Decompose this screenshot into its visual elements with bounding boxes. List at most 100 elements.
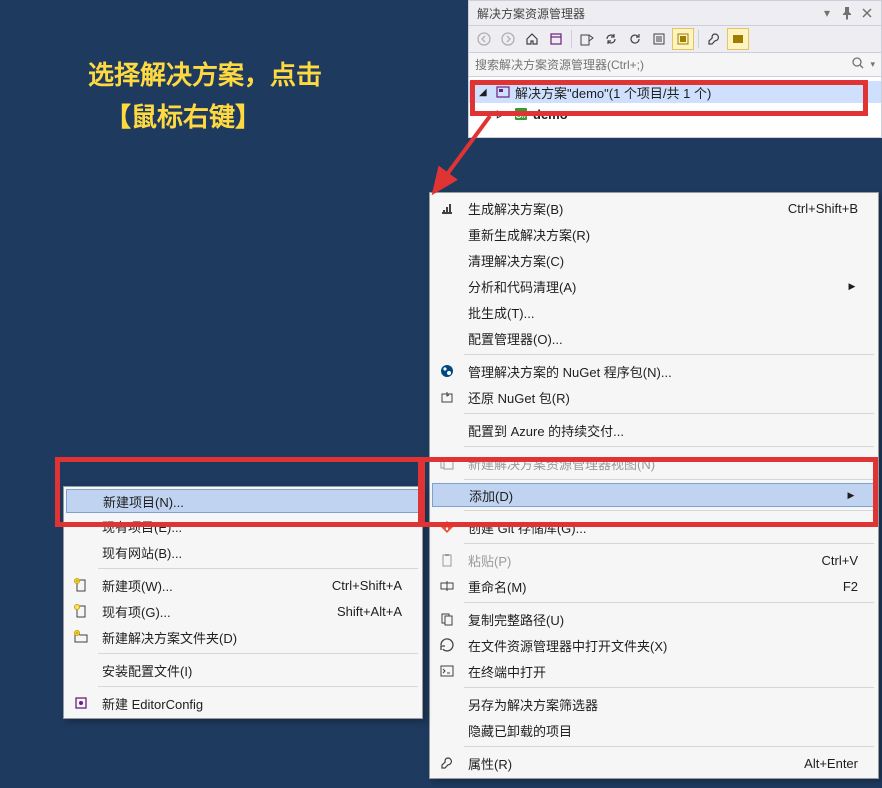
preview-icon[interactable] [727, 28, 749, 50]
forward-icon[interactable] [497, 28, 519, 50]
menu-item-label: 安装配置文件(I) [96, 661, 402, 680]
menu-item-shortcut: Ctrl+Shift+B [788, 201, 858, 216]
menu-item[interactable]: 批生成(T)... [432, 299, 876, 325]
pending-changes-icon[interactable] [576, 28, 598, 50]
menu-item[interactable]: 新建 EditorConfig [66, 690, 420, 716]
menu-item[interactable]: 另存为解决方案筛选器 [432, 691, 876, 717]
menu-item[interactable]: 配置到 Azure 的持续交付... [432, 417, 876, 443]
menu-item-label: 另存为解决方案筛选器 [462, 695, 858, 714]
menu-item[interactable]: 现有网站(B)... [66, 539, 420, 565]
menu-item-shortcut: F2 [843, 579, 858, 594]
menu-item[interactable]: 重新生成解决方案(R) [432, 221, 876, 247]
refresh-icon[interactable] [624, 28, 646, 50]
menu-item-shortcut: Ctrl+V [822, 553, 858, 568]
menu-item-label: 新建项目(N)... [97, 492, 401, 511]
openfolder-icon [432, 637, 462, 653]
menu-item[interactable]: 隐藏已卸载的项目 [432, 717, 876, 743]
menu-item[interactable]: 创建 Git 存储库(G)... [432, 514, 876, 540]
switch-view-icon[interactable] [545, 28, 567, 50]
search-row: ▾ [469, 53, 881, 77]
menu-item[interactable]: 新建项目(N)... [66, 489, 420, 513]
menu-item-label: 批生成(T)... [462, 303, 858, 322]
menu-item-label: 现有项(G)... [96, 602, 313, 621]
annotation-text-2: 【鼠标右键】 [105, 98, 261, 137]
menu-item[interactable]: 现有项(G)... Shift+Alt+A [66, 598, 420, 624]
menu-item[interactable]: 在文件资源管理器中打开文件夹(X) [432, 632, 876, 658]
menu-item[interactable]: 属性(R)Alt+Enter [432, 750, 876, 776]
menu-item-label: 配置到 Azure 的持续交付... [462, 421, 858, 440]
context-menu-main: 生成解决方案(B)Ctrl+Shift+B重新生成解决方案(R)清理解决方案(C… [429, 192, 879, 779]
tree-project-label: demo [533, 107, 568, 122]
menu-item-label: 管理解决方案的 NuGet 程序包(N)... [462, 362, 858, 381]
pin-icon[interactable] [837, 3, 857, 23]
solution-explorer-panel: 解决方案资源管理器 ▾ ▾ ◢ 解决方案"demo"(1 个项目/ [468, 0, 882, 138]
solution-tree: ◢ 解决方案"demo"(1 个项目/共 1 个) ▷ C# demo [469, 77, 881, 137]
back-icon[interactable] [473, 28, 495, 50]
properties-icon[interactable] [703, 28, 725, 50]
menu-separator [464, 543, 874, 544]
menu-item[interactable]: 粘贴(P) Ctrl+V [432, 547, 876, 573]
menu-item-label: 在文件资源管理器中打开文件夹(X) [462, 636, 858, 655]
menu-item[interactable]: 清理解决方案(C) [432, 247, 876, 273]
menu-item-label: 现有项目(E)... [96, 517, 402, 536]
editorconfig-icon [66, 695, 96, 711]
menu-separator [98, 653, 418, 654]
rename-icon [432, 578, 462, 594]
menu-item-label: 分析和代码清理(A) [462, 277, 846, 296]
panel-toolbar [469, 25, 881, 53]
menu-item[interactable]: 新建解决方案资源管理器视图(N) [432, 450, 876, 476]
search-icon[interactable] [850, 55, 866, 74]
menu-item[interactable]: 还原 NuGet 包(R) [432, 384, 876, 410]
menu-item-label: 配置管理器(O)... [462, 329, 858, 348]
newitem-icon [66, 577, 96, 593]
tree-solution-node[interactable]: ◢ 解决方案"demo"(1 个项目/共 1 个) [469, 81, 881, 103]
csharp-project-icon: C# [513, 106, 529, 122]
menu-item[interactable]: 安装配置文件(I) [66, 657, 420, 683]
menu-item-label: 添加(D) [463, 486, 845, 505]
menu-item[interactable]: 配置管理器(O)... [432, 325, 876, 351]
show-all-icon[interactable] [672, 28, 694, 50]
menu-item[interactable]: 现有项目(E)... [66, 513, 420, 539]
restore-icon [432, 389, 462, 405]
close-icon[interactable] [857, 3, 877, 23]
menu-item[interactable]: 新建解决方案文件夹(D) [66, 624, 420, 650]
copy-icon [432, 611, 462, 627]
menu-item[interactable]: 复制完整路径(U) [432, 606, 876, 632]
newview-icon [432, 455, 462, 471]
dropdown-icon[interactable]: ▾ [817, 3, 837, 23]
sync-icon[interactable] [600, 28, 622, 50]
menu-item-label: 清理解决方案(C) [462, 251, 858, 270]
search-input[interactable] [475, 58, 846, 72]
existitem-icon [66, 603, 96, 619]
menu-separator [464, 510, 874, 511]
menu-item[interactable]: 新建项(W)...Ctrl+Shift+A [66, 572, 420, 598]
toolbar-separator [698, 30, 699, 48]
menu-item[interactable]: 在终端中打开 [432, 658, 876, 684]
nuget-icon [432, 363, 462, 379]
menu-item-label: 新建项(W)... [96, 576, 308, 595]
menu-item-label: 重新生成解决方案(R) [462, 225, 858, 244]
menu-item-label: 复制完整路径(U) [462, 610, 858, 629]
menu-item-label: 还原 NuGet 包(R) [462, 388, 858, 407]
panel-title-bar: 解决方案资源管理器 ▾ [469, 1, 881, 25]
home-icon[interactable] [521, 28, 543, 50]
tree-project-node[interactable]: ▷ C# demo [469, 103, 881, 125]
svg-text:C#: C# [515, 110, 527, 120]
tree-expand-icon[interactable]: ◢ [479, 87, 491, 98]
menu-separator [464, 746, 874, 747]
search-dropdown-icon[interactable]: ▾ [870, 59, 875, 70]
menu-item[interactable]: 管理解决方案的 NuGet 程序包(N)... [432, 358, 876, 384]
context-menu-add-submenu: 新建项目(N)... 现有项目(E)... 现有网站(B)... 新建项(W)...C… [63, 486, 423, 719]
menu-item-label: 属性(R) [462, 754, 780, 773]
collapse-icon[interactable] [648, 28, 670, 50]
toolbar-separator [571, 30, 572, 48]
menu-item-label: 粘贴(P) [462, 551, 798, 570]
annotation-arrow [392, 110, 502, 213]
menu-item[interactable]: 重命名(M)F2 [432, 573, 876, 599]
menu-item-shortcut: Shift+Alt+A [337, 604, 402, 619]
wrench-icon [432, 755, 462, 771]
paste-icon [432, 552, 462, 568]
menu-item[interactable]: 分析和代码清理(A)▶ [432, 273, 876, 299]
menu-item[interactable]: 添加(D)▶ [432, 483, 876, 507]
menu-item-label: 新建解决方案资源管理器视图(N) [462, 454, 858, 473]
